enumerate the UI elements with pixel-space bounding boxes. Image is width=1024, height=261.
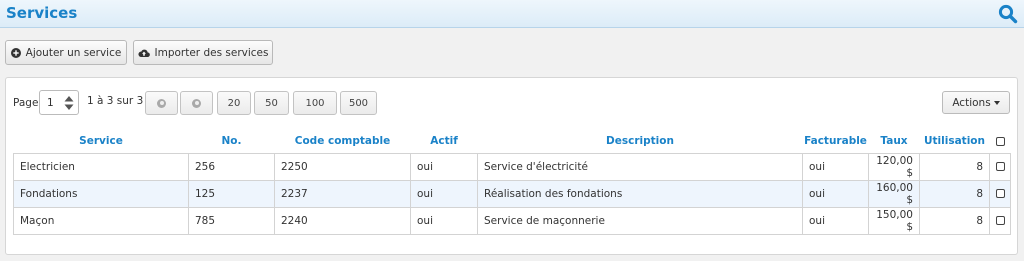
row-checkbox[interactable] xyxy=(995,189,1005,198)
column-header-active[interactable]: Actif xyxy=(411,130,478,153)
cell-select xyxy=(989,179,1011,208)
cell-number: 256 xyxy=(188,152,275,181)
prev-page-button[interactable] xyxy=(145,91,178,115)
import-services-button[interactable]: Importer des services xyxy=(133,40,273,65)
page-number-input[interactable]: 1 xyxy=(39,90,79,115)
next-page-icon xyxy=(192,98,201,108)
cell-billable: oui xyxy=(802,152,869,181)
column-header-code[interactable]: Code comptable xyxy=(275,130,411,153)
page-size-500-button[interactable]: 500 xyxy=(340,91,377,115)
search-button[interactable] xyxy=(998,4,1018,24)
page-range-label: 1 à 3 sur 3 xyxy=(87,95,144,107)
cell-rate: 120,00 $ xyxy=(868,152,920,181)
page-label: Page xyxy=(13,97,39,109)
select-all-checkbox[interactable] xyxy=(995,136,1005,146)
cell-active: oui xyxy=(410,206,478,235)
table-row[interactable]: Maçon 785 2240 oui Service de maçonnerie… xyxy=(13,206,1011,235)
cell-code: 2250 xyxy=(274,152,411,181)
cell-usage: 8 xyxy=(919,152,990,181)
add-service-button[interactable]: Ajouter un service xyxy=(5,40,127,65)
cell-number: 785 xyxy=(188,206,275,235)
services-panel: Page 1 1 à 3 sur 3 20 50 100 500 Actions… xyxy=(5,77,1018,255)
page-size-20-button[interactable]: 20 xyxy=(217,91,251,115)
cell-service: Electricien xyxy=(13,152,189,181)
cell-select xyxy=(989,152,1011,181)
import-services-label: Importer des services xyxy=(154,46,269,59)
actions-dropdown[interactable]: Actions xyxy=(942,91,1010,114)
column-header-number[interactable]: No. xyxy=(189,130,275,153)
cell-description: Service d'électricité xyxy=(477,152,803,181)
cloud-upload-icon xyxy=(137,49,150,57)
cell-description: Service de maçonnerie xyxy=(477,206,803,235)
table-row[interactable]: Electricien 256 2250 oui Service d'élect… xyxy=(13,152,1011,181)
cell-billable: oui xyxy=(802,206,869,235)
column-header-rate[interactable]: Taux xyxy=(869,130,920,153)
cell-rate: 150,00 $ xyxy=(868,206,920,235)
cell-description: Réalisation des fondations xyxy=(477,179,803,208)
cell-code: 2237 xyxy=(274,179,411,208)
services-table: Service No. Code comptable Actif Descrip… xyxy=(13,130,1011,235)
plus-circle-icon xyxy=(10,47,21,58)
cell-service: Fondations xyxy=(13,179,189,208)
cell-active: oui xyxy=(410,152,478,181)
page-number-value: 1 xyxy=(47,97,54,109)
page-header: Services xyxy=(0,0,1024,28)
cell-service: Maçon xyxy=(13,206,189,235)
column-header-description[interactable]: Description xyxy=(478,130,803,153)
page-title: Services xyxy=(6,4,78,22)
prev-page-icon xyxy=(157,98,166,108)
caret-down-icon xyxy=(993,100,1000,105)
cell-usage: 8 xyxy=(919,179,990,208)
column-header-service[interactable]: Service xyxy=(14,130,189,153)
add-service-label: Ajouter un service xyxy=(25,46,122,59)
cell-billable: oui xyxy=(802,179,869,208)
next-page-button[interactable] xyxy=(180,91,213,115)
column-header-billable[interactable]: Facturable xyxy=(803,130,869,153)
table-row[interactable]: Fondations 125 2237 oui Réalisation des … xyxy=(13,179,1011,208)
select-all-cell xyxy=(990,130,1011,153)
row-checkbox[interactable] xyxy=(995,216,1005,225)
page-size-100-button[interactable]: 100 xyxy=(293,91,337,115)
cell-select xyxy=(989,206,1011,235)
cell-number: 125 xyxy=(188,179,275,208)
cell-usage: 8 xyxy=(919,206,990,235)
spinner-icon[interactable] xyxy=(64,95,74,111)
column-header-usage[interactable]: Utilisation xyxy=(920,130,990,153)
cell-rate: 160,00 $ xyxy=(868,179,920,208)
cell-active: oui xyxy=(410,179,478,208)
table-header-row: Service No. Code comptable Actif Descrip… xyxy=(14,130,1011,153)
actions-label: Actions xyxy=(952,96,991,109)
cell-code: 2240 xyxy=(274,206,411,235)
search-icon xyxy=(998,4,1018,24)
row-checkbox[interactable] xyxy=(995,162,1005,171)
page-size-50-button[interactable]: 50 xyxy=(254,91,289,115)
